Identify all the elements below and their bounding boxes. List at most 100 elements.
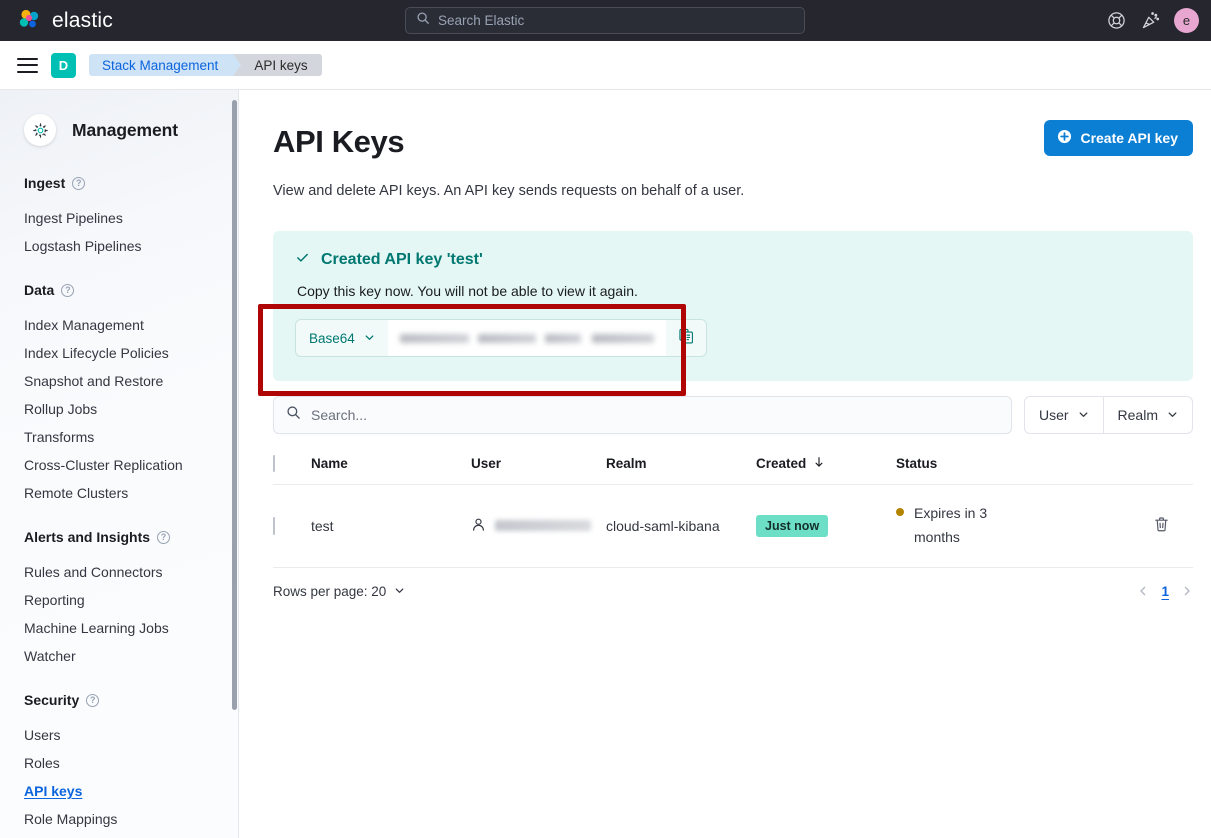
sidebar-item-watcher[interactable]: Watcher bbox=[24, 642, 238, 670]
sidebar-item-api-keys[interactable]: API keys bbox=[24, 777, 238, 805]
row-select-cell bbox=[273, 485, 311, 568]
pagination-page-1[interactable]: 1 bbox=[1161, 584, 1169, 599]
hamburger-menu-icon[interactable] bbox=[17, 58, 38, 73]
main-content: API Keys Create API key View and delete … bbox=[239, 90, 1211, 838]
help-question-icon[interactable]: ? bbox=[86, 694, 99, 707]
filter-realm-button[interactable]: Realm bbox=[1103, 397, 1192, 433]
filter-user-button[interactable]: User bbox=[1025, 397, 1103, 433]
chevron-down-icon bbox=[364, 331, 375, 346]
created-badge: Just now bbox=[756, 515, 828, 537]
trash-icon[interactable] bbox=[1153, 520, 1170, 536]
brand-name: elastic bbox=[52, 10, 113, 31]
select-all-checkbox[interactable] bbox=[273, 455, 275, 472]
elastic-logo-icon bbox=[17, 8, 43, 34]
table-header-row: Name User Realm Created bbox=[273, 456, 1193, 485]
search-icon bbox=[286, 405, 301, 425]
sidebar-item-rollup-jobs[interactable]: Rollup Jobs bbox=[24, 395, 238, 423]
sidebar-item-rules-and-connectors[interactable]: Rules and Connectors bbox=[24, 558, 238, 586]
cell-actions bbox=[1153, 485, 1193, 568]
copy-api-key-button[interactable] bbox=[666, 320, 706, 356]
copy-clipboard-icon bbox=[678, 328, 694, 349]
breadcrumb-bar: D Stack Management API keys bbox=[0, 41, 1211, 90]
plus-circle-icon bbox=[1057, 129, 1072, 147]
sidebar-item-remote-clusters[interactable]: Remote Clusters bbox=[24, 479, 238, 507]
chevron-right-icon[interactable] bbox=[1181, 585, 1193, 597]
row-checkbox[interactable] bbox=[273, 517, 275, 535]
cell-name: test bbox=[311, 485, 471, 568]
sidebar-item-reporting[interactable]: Reporting bbox=[24, 586, 238, 614]
search-input[interactable]: Search... bbox=[273, 396, 1012, 434]
page-description: View and delete API keys. An API key sen… bbox=[273, 183, 1193, 199]
party-popper-icon[interactable] bbox=[1140, 11, 1160, 31]
api-key-created-callout: Created API key 'test' Copy this key now… bbox=[273, 231, 1193, 381]
chevron-down-icon bbox=[1078, 407, 1089, 423]
sidebar-group-heading: Security ? bbox=[24, 692, 238, 708]
select-all-header bbox=[273, 456, 311, 485]
sidebar-item-index-management[interactable]: Index Management bbox=[24, 311, 238, 339]
column-header-name[interactable]: Name bbox=[311, 456, 471, 485]
column-header-status[interactable]: Status bbox=[896, 456, 1153, 485]
sidebar-group-label: Ingest bbox=[24, 175, 65, 191]
chevron-down-icon bbox=[1167, 407, 1178, 423]
lifebuoy-icon[interactable] bbox=[1106, 11, 1126, 31]
key-format-label: Base64 bbox=[309, 331, 355, 346]
callout-title: Created API key 'test' bbox=[321, 251, 483, 269]
sidebar-item-logstash-pipelines[interactable]: Logstash Pipelines bbox=[24, 232, 238, 260]
global-search-input[interactable]: Search Elastic bbox=[405, 7, 805, 34]
rows-per-page-selector[interactable]: Rows per page: 20 bbox=[273, 584, 405, 599]
global-search-placeholder: Search Elastic bbox=[438, 13, 524, 28]
sidebar-group-alerts-and-insights: Alerts and Insights ? Rules and Connecto… bbox=[24, 529, 238, 670]
breadcrumb: Stack Management API keys bbox=[89, 54, 322, 76]
column-header-actions bbox=[1153, 456, 1193, 485]
table-footer: Rows per page: 20 1 bbox=[273, 584, 1193, 599]
sidebar-item-users[interactable]: Users bbox=[24, 721, 238, 749]
top-bar-actions: e bbox=[1106, 0, 1199, 41]
api-key-value-row: Base64 bbox=[295, 319, 707, 357]
help-question-icon[interactable]: ? bbox=[61, 284, 74, 297]
breadcrumb-item-stack-management[interactable]: Stack Management bbox=[89, 54, 234, 76]
gear-icon bbox=[24, 114, 56, 146]
sidebar-group-data: Data ? Index Management Index Lifecycle … bbox=[24, 282, 238, 507]
chevron-left-icon[interactable] bbox=[1137, 585, 1149, 597]
column-header-created-label: Created bbox=[756, 456, 806, 471]
key-format-select[interactable]: Base64 bbox=[296, 320, 388, 356]
sidebar-group-ingest: Ingest ? Ingest Pipelines Logstash Pipel… bbox=[24, 175, 238, 260]
table-row[interactable]: test cloud-saml-kibana bbox=[273, 485, 1193, 568]
sidebar-item-machine-learning-jobs[interactable]: Machine Learning Jobs bbox=[24, 614, 238, 642]
pagination: 1 bbox=[1137, 584, 1193, 599]
sidebar-item-snapshot-and-restore[interactable]: Snapshot and Restore bbox=[24, 367, 238, 395]
sidebar-group-heading: Alerts and Insights ? bbox=[24, 529, 238, 545]
space-avatar[interactable]: D bbox=[51, 53, 76, 78]
elastic-brand[interactable]: elastic bbox=[0, 8, 113, 34]
help-question-icon[interactable]: ? bbox=[72, 177, 85, 190]
sidebar-item-cross-cluster-replication[interactable]: Cross-Cluster Replication bbox=[24, 451, 238, 479]
sidebar-item-ingest-pipelines[interactable]: Ingest Pipelines bbox=[24, 204, 238, 232]
sidebar-item-role-mappings[interactable]: Role Mappings bbox=[24, 805, 238, 833]
filter-group: User Realm bbox=[1024, 396, 1193, 434]
cell-created: Just now bbox=[756, 485, 896, 568]
help-question-icon[interactable]: ? bbox=[157, 531, 170, 544]
sort-created: Created bbox=[756, 456, 825, 471]
sidebar-group-heading: Data ? bbox=[24, 282, 238, 298]
page-header: API Keys Create API key bbox=[273, 120, 1193, 157]
rows-per-page-label: Rows per page: 20 bbox=[273, 584, 386, 599]
sidebar-scrollbar[interactable] bbox=[232, 100, 237, 710]
create-api-key-label: Create API key bbox=[1080, 130, 1178, 146]
user-icon bbox=[471, 517, 486, 535]
column-header-realm[interactable]: Realm bbox=[606, 456, 756, 485]
sidebar-item-roles[interactable]: Roles bbox=[24, 749, 238, 777]
column-header-created[interactable]: Created bbox=[756, 456, 896, 485]
user-avatar[interactable]: e bbox=[1174, 8, 1199, 33]
global-top-bar: elastic Search Elastic bbox=[0, 0, 1211, 41]
callout-text: Copy this key now. You will not be able … bbox=[297, 283, 1171, 299]
column-header-user[interactable]: User bbox=[471, 456, 606, 485]
sidebar-group-label: Data bbox=[24, 282, 54, 298]
sidebar-group-label: Security bbox=[24, 692, 79, 708]
breadcrumb-item-api-keys[interactable]: API keys bbox=[234, 54, 321, 76]
sidebar-item-index-lifecycle-policies[interactable]: Index Lifecycle Policies bbox=[24, 339, 238, 367]
sidebar-header: Management bbox=[24, 114, 238, 146]
create-api-key-button[interactable]: Create API key bbox=[1044, 120, 1193, 156]
sidebar-title: Management bbox=[72, 120, 178, 141]
api-key-value-field[interactable] bbox=[388, 320, 666, 356]
sidebar-item-transforms[interactable]: Transforms bbox=[24, 423, 238, 451]
